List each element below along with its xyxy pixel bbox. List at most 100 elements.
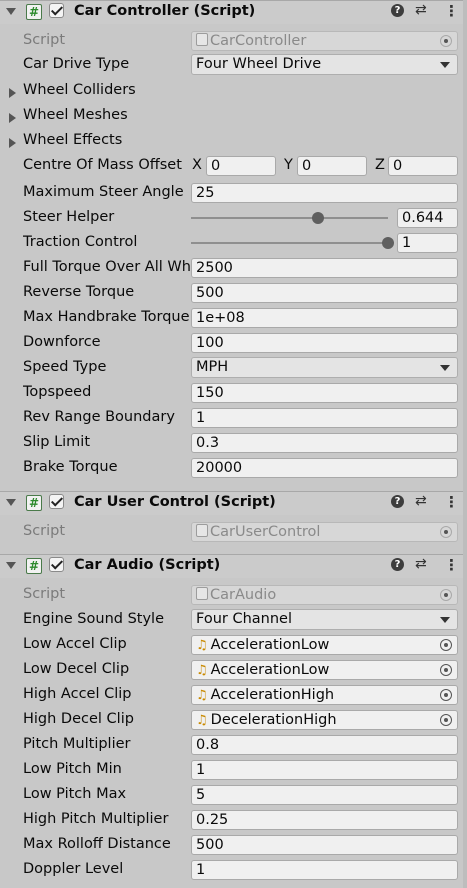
collapse-arrow-icon[interactable] [6, 8, 16, 15]
component-title: Car User Control (Script) [74, 494, 276, 510]
enable-checkbox[interactable] [49, 494, 64, 509]
script-value: CarController [210, 33, 307, 49]
help-icon[interactable]: ? [391, 495, 404, 508]
car-user-control-header[interactable]: # Car User Control (Script) ? ⇄ ⋮ [0, 491, 467, 515]
chevron-down-icon [440, 62, 450, 68]
object-picker-target-icon [440, 526, 452, 538]
com-x-field[interactable]: 0 [206, 156, 276, 176]
steer-helper-slider-handle[interactable] [311, 212, 324, 224]
engine-style-label: Engine Sound Style [23, 611, 164, 627]
low-accel-row: Low Accel Clip ♫ AccelerationLow [0, 634, 467, 659]
foldout-arrow-icon[interactable] [9, 138, 16, 148]
low-accel-value: AccelerationLow [210, 637, 330, 653]
high-accel-value: AccelerationHigh [210, 687, 335, 703]
high-decel-label: High Decel Clip [23, 711, 134, 727]
com-z-field[interactable]: 0 [388, 156, 458, 176]
slip-limit-row: Slip Limit 0.3 [0, 432, 467, 457]
high-accel-clip-field[interactable]: ♫ AccelerationHigh [191, 685, 458, 705]
max-steer-field[interactable]: 25 [191, 183, 458, 203]
low-accel-clip-field[interactable]: ♫ AccelerationLow [191, 635, 458, 655]
low-decel-clip-field[interactable]: ♫ AccelerationLow [191, 660, 458, 680]
handbrake-label: Max Handbrake Torque [23, 309, 190, 325]
wheel-colliders-foldout[interactable]: Wheel Colliders [0, 80, 467, 105]
high-accel-row: High Accel Clip ♫ AccelerationHigh [0, 684, 467, 709]
brake-torque-field[interactable]: 20000 [191, 458, 458, 478]
kebab-menu-icon[interactable]: ⋮ [444, 2, 459, 20]
rev-range-field[interactable]: 1 [191, 408, 458, 428]
scrollbar[interactable] [463, 0, 467, 888]
object-picker-target-icon[interactable] [440, 689, 452, 701]
wheel-effects-foldout[interactable]: Wheel Effects [0, 130, 467, 155]
audio-clip-note-icon: ♫ [196, 688, 208, 703]
max-steer-row: Maximum Steer Angle 25 [0, 182, 467, 207]
steer-helper-slider-track[interactable] [191, 217, 388, 219]
object-picker-target-icon [440, 35, 452, 47]
presets-sliders-icon[interactable]: ⇄ [415, 556, 427, 572]
traction-slider-track[interactable] [191, 242, 388, 244]
help-icon[interactable]: ? [391, 558, 404, 571]
object-picker-target-icon[interactable] [440, 639, 452, 651]
collapse-arrow-icon[interactable] [6, 499, 16, 506]
high-accel-label: High Accel Clip [23, 686, 132, 702]
com-y-field[interactable]: 0 [297, 156, 367, 176]
kebab-menu-icon[interactable]: ⋮ [444, 556, 459, 574]
traction-field[interactable]: 1 [397, 233, 458, 253]
rev-range-label: Rev Range Boundary [23, 409, 175, 425]
low-pitch-max-field[interactable]: 5 [191, 785, 458, 805]
doppler-field[interactable]: 1 [191, 860, 458, 880]
brake-torque-row: Brake Torque 20000 [0, 457, 467, 482]
foldout-arrow-icon[interactable] [9, 113, 16, 123]
enable-checkbox[interactable] [49, 557, 64, 572]
reverse-torque-field[interactable]: 500 [191, 283, 458, 303]
script-field: CarAudio [191, 585, 458, 605]
collapse-arrow-icon[interactable] [6, 562, 16, 569]
script-row: Script CarUserControl [0, 521, 467, 546]
drive-type-dropdown[interactable]: Four Wheel Drive [191, 54, 458, 75]
car-audio-header[interactable]: # Car Audio (Script) ? ⇄ ⋮ [0, 554, 467, 578]
steer-helper-field[interactable]: 0.644 [397, 208, 458, 228]
steer-helper-label: Steer Helper [23, 209, 115, 225]
engine-style-dropdown[interactable]: Four Channel [191, 609, 458, 630]
high-pitch-mult-label: High Pitch Multiplier [23, 811, 169, 827]
foldout-arrow-icon[interactable] [9, 88, 16, 98]
audio-clip-note-icon: ♫ [196, 638, 208, 653]
drive-type-value: Four Wheel Drive [196, 56, 322, 72]
high-pitch-mult-field[interactable]: 0.25 [191, 810, 458, 830]
wheel-meshes-foldout[interactable]: Wheel Meshes [0, 105, 467, 130]
low-pitch-min-field[interactable]: 1 [191, 760, 458, 780]
enable-checkbox[interactable] [49, 3, 64, 18]
traction-slider-handle[interactable] [382, 237, 394, 249]
speed-type-dropdown[interactable]: MPH [191, 357, 458, 378]
low-decel-label: Low Decel Clip [23, 661, 130, 677]
high-decel-value: DecelerationHigh [210, 712, 337, 728]
speed-type-row: Speed Type MPH [0, 357, 467, 382]
car-controller-header[interactable]: # Car Controller (Script) ? ⇄ ⋮ [0, 0, 467, 24]
reverse-torque-row: Reverse Torque 500 [0, 282, 467, 307]
topspeed-field[interactable]: 150 [191, 383, 458, 403]
object-picker-target-icon[interactable] [440, 714, 452, 726]
presets-sliders-icon[interactable]: ⇄ [415, 2, 427, 18]
downforce-field[interactable]: 100 [191, 333, 458, 353]
low-pitch-min-label: Low Pitch Min [23, 761, 122, 777]
handbrake-field[interactable]: 1e+08 [191, 308, 458, 328]
downforce-row: Downforce 100 [0, 332, 467, 357]
pitch-mult-field[interactable]: 0.8 [191, 735, 458, 755]
speed-type-label: Speed Type [23, 359, 107, 375]
rev-range-row: Rev Range Boundary 1 [0, 407, 467, 432]
audio-clip-note-icon: ♫ [196, 713, 208, 728]
max-rolloff-field[interactable]: 500 [191, 835, 458, 855]
component-title: Car Controller (Script) [74, 3, 256, 19]
presets-sliders-icon[interactable]: ⇄ [415, 493, 427, 509]
script-file-icon [196, 587, 208, 600]
slip-limit-field[interactable]: 0.3 [191, 433, 458, 453]
audio-clip-note-icon: ♫ [196, 663, 208, 678]
full-torque-field[interactable]: 2500 [191, 258, 458, 278]
chevron-down-icon [440, 365, 450, 371]
wheel-effects-label: Wheel Effects [23, 132, 123, 148]
kebab-menu-icon[interactable]: ⋮ [444, 493, 459, 511]
help-icon[interactable]: ? [391, 4, 404, 17]
high-decel-clip-field[interactable]: ♫ DecelerationHigh [191, 710, 458, 730]
com-offset-label: Centre Of Mass Offset [23, 157, 182, 173]
object-picker-target-icon[interactable] [440, 664, 452, 676]
speed-type-value: MPH [196, 359, 229, 375]
